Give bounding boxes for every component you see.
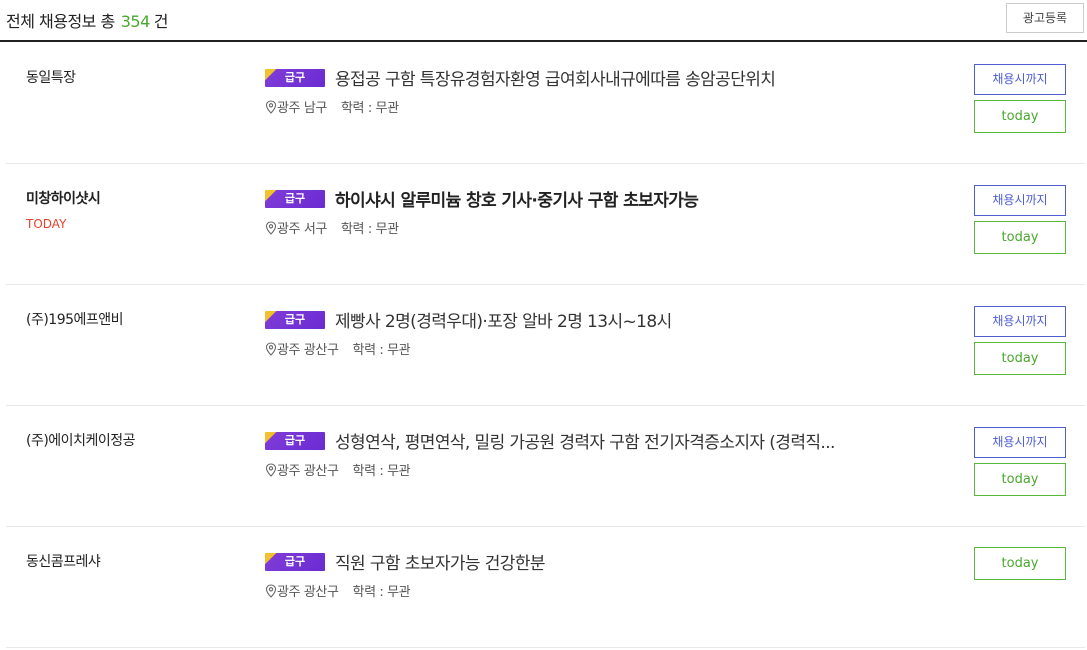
job-meta: 광주 광산구 학력 : 무관 xyxy=(265,460,411,479)
job-education: 학력 : 무관 xyxy=(340,222,399,237)
job-meta: 광주 남구 학력 : 무관 xyxy=(265,97,399,116)
deadline-today-button[interactable]: today xyxy=(974,342,1066,375)
job-row[interactable]: (주)195에프앤비 급구 제빵사 2명(경력우대)·포장 알바 2명 13시~… xyxy=(6,285,1085,406)
map-pin-icon xyxy=(265,100,277,114)
job-education: 학력 : 무관 xyxy=(340,101,399,116)
job-title-link[interactable]: 성형연삭, 평면연삭, 밀링 가공원 경력자 구함 전기자격증소지자 (경력직.… xyxy=(335,428,895,453)
job-meta: 광주 광산구 학력 : 무관 xyxy=(265,581,411,600)
job-education: 학력 : 무관 xyxy=(352,585,411,600)
job-title-link[interactable]: 제빵사 2명(경력우대)·포장 알바 2명 13시~18시 xyxy=(335,307,895,332)
apply-until-hired-button[interactable]: 채용시까지 xyxy=(974,64,1066,95)
total-count-prefix: 전체 채용정보 총 xyxy=(6,12,115,31)
job-location: 광주 남구 xyxy=(277,101,327,116)
job-row[interactable]: 동일특장 급구 용접공 구함 특장유경험자환영 급여회사내규에따름 송암공단위치… xyxy=(6,43,1085,164)
job-title-link[interactable]: 직원 구함 초보자가능 건강한분 xyxy=(335,549,895,574)
job-education: 학력 : 무관 xyxy=(352,343,411,358)
company-name[interactable]: (주)에이치케이정공 xyxy=(26,430,135,450)
urgent-badge: 급구 xyxy=(265,190,325,208)
company-name[interactable]: 동신콤프레샤 xyxy=(26,551,101,571)
total-count-number: 354 xyxy=(120,12,151,31)
map-pin-icon xyxy=(265,221,277,235)
urgent-badge: 급구 xyxy=(265,553,325,571)
map-pin-icon xyxy=(265,342,277,356)
job-meta: 광주 서구 학력 : 무관 xyxy=(265,218,399,237)
job-title-link[interactable]: 하이샤시 알루미늄 창호 기사·중기사 구함 초보자가능 xyxy=(335,186,895,211)
today-tag: TODAY xyxy=(26,217,67,231)
job-meta: 광주 광산구 학력 : 무관 xyxy=(265,339,411,358)
job-location: 광주 광산구 xyxy=(277,585,339,600)
total-count-heading: 전체 채용정보 총 354 건 xyxy=(6,8,169,32)
apply-until-hired-button[interactable]: 채용시까지 xyxy=(974,306,1066,337)
job-row[interactable]: 미창하이샷시 TODAY 급구 하이샤시 알루미늄 창호 기사·중기사 구함 초… xyxy=(6,164,1085,285)
urgent-badge: 급구 xyxy=(265,69,325,87)
apply-until-hired-button[interactable]: 채용시까지 xyxy=(974,185,1066,216)
map-pin-icon xyxy=(265,584,277,598)
ad-register-button[interactable]: 광고등록 xyxy=(1006,3,1084,33)
deadline-today-button[interactable]: today xyxy=(974,221,1066,254)
company-name[interactable]: 동일특장 xyxy=(26,67,76,87)
job-education: 학력 : 무관 xyxy=(352,464,411,479)
job-location: 광주 광산구 xyxy=(277,343,339,358)
urgent-badge: 급구 xyxy=(265,432,325,450)
job-list-page: 전체 채용정보 총 354 건 광고등록 동일특장 급구 용접공 구함 특장유경험자… xyxy=(0,0,1087,650)
deadline-today-button[interactable]: today xyxy=(974,100,1066,133)
job-row[interactable]: 동신콤프레샤 급구 직원 구함 초보자가능 건강한분 광주 광산구 학력 : 무관… xyxy=(6,527,1085,648)
urgent-badge: 급구 xyxy=(265,311,325,329)
company-name[interactable]: 미창하이샷시 xyxy=(26,188,101,208)
deadline-today-button[interactable]: today xyxy=(974,547,1066,580)
job-row[interactable]: (주)에이치케이정공 급구 성형연삭, 평면연삭, 밀링 가공원 경력자 구함 … xyxy=(6,406,1085,527)
deadline-today-button[interactable]: today xyxy=(974,463,1066,496)
apply-until-hired-button[interactable]: 채용시까지 xyxy=(974,427,1066,458)
total-count-suffix: 건 xyxy=(153,12,169,31)
map-pin-icon xyxy=(265,463,277,477)
job-title-link[interactable]: 용접공 구함 특장유경험자환영 급여회사내규에따름 송암공단위치 xyxy=(335,65,895,90)
company-name[interactable]: (주)195에프앤비 xyxy=(26,309,124,329)
list-header: 전체 채용정보 총 354 건 광고등록 xyxy=(0,0,1087,42)
job-location: 광주 광산구 xyxy=(277,464,339,479)
job-location: 광주 서구 xyxy=(277,222,327,237)
